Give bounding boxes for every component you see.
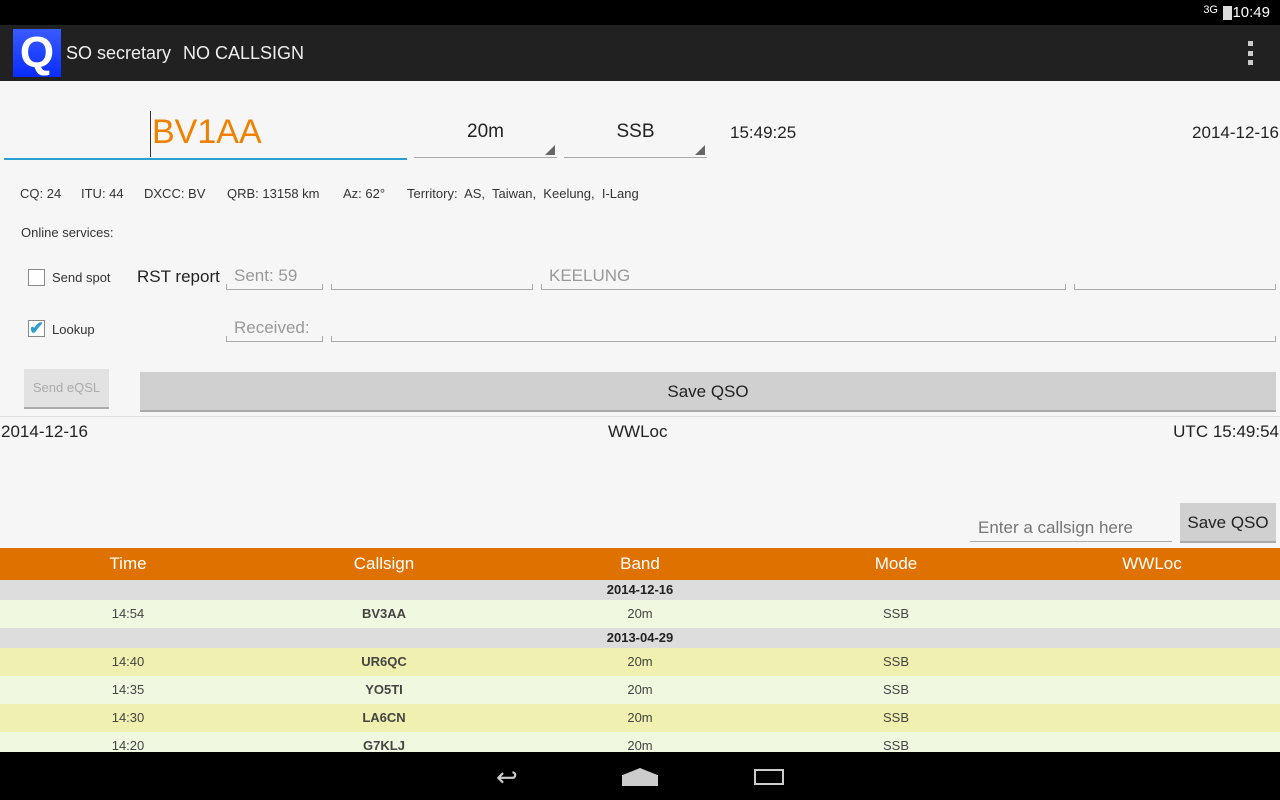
cell-mode: SSB	[882, 710, 909, 725]
mode-select[interactable]: SSB	[564, 108, 707, 158]
lookup-label: Lookup	[52, 322, 95, 337]
band-value: 20m	[467, 121, 504, 142]
status-bar: 3G 10:49	[0, 0, 1280, 25]
footer-wwloc: WWLoc	[608, 422, 668, 441]
divider	[0, 416, 1280, 417]
rst-sent-input[interactable]: Sent: 59	[226, 266, 323, 290]
table-row[interactable]: 14:35 YO5TI 20m SSB	[0, 676, 1280, 704]
qso-date: 2014-12-16	[1192, 123, 1279, 142]
qso-log-table: Time Callsign Band Mode WWLoc 2014-12-16…	[0, 548, 1280, 760]
cell-callsign: UR6QC	[361, 654, 407, 669]
cell-band: 20m	[627, 710, 653, 725]
cell-mode: SSB	[882, 606, 909, 621]
header-time[interactable]: Time	[0, 548, 256, 580]
save-qso-button[interactable]: Save QSO	[140, 372, 1276, 412]
azimuth: Az: 62°	[343, 186, 386, 201]
recents-icon[interactable]	[754, 769, 784, 785]
send-spot-label: Send spot	[52, 270, 111, 285]
overflow-menu-icon[interactable]	[1248, 41, 1254, 65]
comment-input[interactable]	[331, 318, 1276, 342]
cell-time: 14:35	[111, 682, 145, 697]
cell-time: 14:30	[111, 710, 145, 725]
footer-date: 2014-12-16	[1, 422, 88, 441]
table-row[interactable]: 14:30 LA6CN 20m SSB	[0, 704, 1280, 732]
cell-wwloc	[1024, 600, 1280, 628]
callsign-value: BV1AA	[152, 113, 262, 151]
cell-wwloc	[1024, 676, 1280, 704]
cell-callsign: BV3AA	[361, 606, 407, 621]
dxcc: DXCC: BV	[144, 186, 206, 201]
date-group-header: 2014-12-16	[0, 580, 1280, 600]
table-row[interactable]: 14:40 UR6QC 20m SSB	[0, 648, 1280, 676]
send-eqsl-button[interactable]: Send eQSL	[24, 369, 109, 409]
qso-time: 15:49:25	[730, 123, 797, 142]
territory: Territory: AS, Taiwan, Keelung, I-Lang	[407, 186, 639, 201]
lookup-checkbox[interactable]: ✔	[28, 319, 45, 337]
send-spot-checkbox[interactable]	[28, 269, 45, 286]
cell-band: 20m	[627, 654, 653, 669]
header-band[interactable]: Band	[512, 548, 768, 580]
cell-wwloc	[1024, 704, 1280, 732]
rst-report-label: RST report	[137, 267, 220, 286]
footer-utc: UTC 15:49:54	[1173, 422, 1279, 441]
online-services-label: Online services:	[21, 225, 114, 240]
network-indicator: 3G	[1203, 4, 1218, 16]
cell-wwloc	[1024, 648, 1280, 676]
app-title: SO secretary	[66, 43, 172, 63]
locator-input[interactable]	[1074, 266, 1276, 290]
name-input[interactable]	[331, 266, 533, 290]
cell-time: 14:40	[111, 654, 145, 669]
navigation-bar: ↩	[0, 752, 1280, 800]
cell-callsign: LA6CN	[362, 710, 406, 725]
header-mode[interactable]: Mode	[768, 548, 1024, 580]
qrb-distance: QRB: 13158 km	[227, 186, 320, 201]
cell-time: 14:54	[111, 606, 145, 621]
back-icon[interactable]: ↩	[496, 762, 518, 793]
battery-icon	[1223, 6, 1232, 20]
table-row[interactable]: 14:54 BV3AA 20m SSB	[0, 600, 1280, 628]
clock: 10:49	[1232, 4, 1270, 21]
rst-received-input[interactable]: Received:	[226, 318, 323, 342]
quick-save-qso-button[interactable]: Save QSO	[1180, 503, 1276, 543]
qth-input[interactable]: KEELUNG	[541, 266, 1066, 290]
cell-callsign: YO5TI	[365, 682, 403, 697]
quick-callsign-input[interactable]	[970, 514, 1172, 542]
action-bar: Q SO secretary NO CALLSIGN	[0, 25, 1280, 81]
cq-zone: CQ: 24	[20, 186, 62, 201]
station-callsign: NO CALLSIGN	[183, 43, 305, 63]
cell-mode: SSB	[882, 682, 909, 697]
app-logo: Q	[13, 29, 61, 77]
home-icon[interactable]	[622, 768, 658, 786]
table-header: Time Callsign Band Mode WWLoc	[0, 548, 1280, 580]
cell-mode: SSB	[882, 654, 909, 669]
header-wwloc[interactable]: WWLoc	[1024, 548, 1280, 580]
band-select[interactable]: 20m	[414, 108, 557, 158]
mode-value: SSB	[616, 121, 655, 142]
callsign-input[interactable]: BV1AA	[4, 108, 407, 160]
cell-band: 20m	[627, 682, 653, 697]
header-callsign[interactable]: Callsign	[256, 548, 512, 580]
cell-band: 20m	[627, 606, 653, 621]
itu-zone: ITU: 44	[81, 186, 124, 201]
date-group-header: 2013-04-29	[0, 628, 1280, 648]
